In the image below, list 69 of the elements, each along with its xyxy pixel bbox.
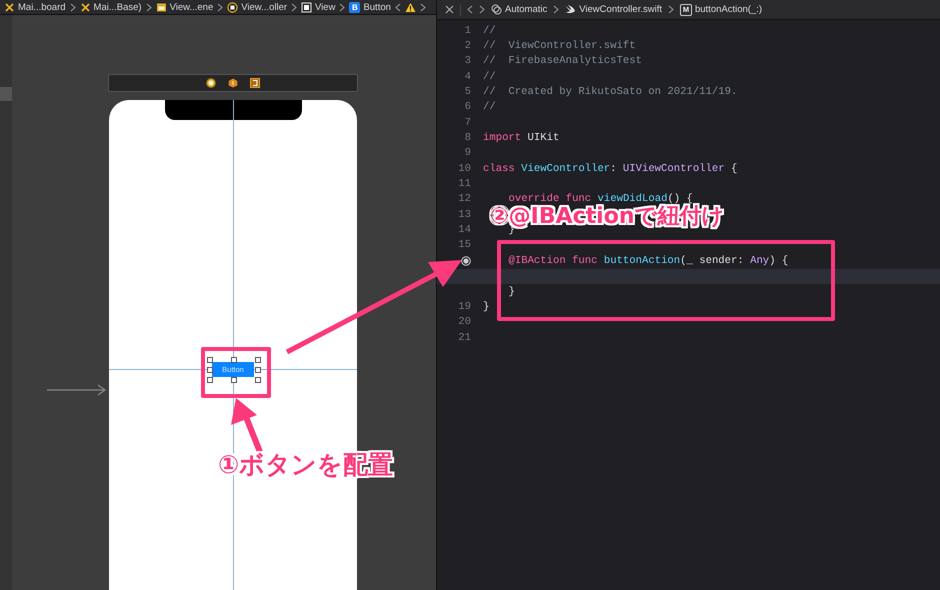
- sidebar-selection: [0, 87, 12, 101]
- line-number: 11: [458, 178, 471, 190]
- line-number: 2: [464, 40, 471, 52]
- line-number: 19: [458, 300, 471, 313]
- code-line: override func viewDidLoad() {: [508, 193, 693, 206]
- chevron-right-icon[interactable]: [339, 2, 346, 12]
- cross-icon: [80, 2, 91, 12]
- breadcrumb-item[interactable]: Automatic: [505, 4, 548, 15]
- breadcrumb-item[interactable]: Mai...Base): [94, 2, 142, 12]
- breadcrumb-item[interactable]: View: [315, 2, 336, 12]
- line-number: 4: [464, 70, 471, 83]
- code-line: // FirebaseAnalyticsTest: [483, 55, 642, 68]
- line-number: 13: [458, 208, 471, 221]
- code-line: @IBAction func buttonAction(_ sender: Any) {: [508, 254, 788, 267]
- window-icon: [156, 2, 167, 12]
- breadcrumb-item[interactable]: Button: [363, 2, 391, 12]
- code-line: //: [483, 24, 496, 37]
- chevron-right-icon[interactable]: [479, 5, 485, 14]
- chevron-right-icon[interactable]: [70, 2, 76, 12]
- line-number: 8: [464, 132, 471, 144]
- chevron-right-icon[interactable]: [553, 5, 560, 14]
- line-number: 10: [458, 162, 471, 175]
- cube-icon[interactable]: [228, 78, 238, 88]
- chevron-right-icon[interactable]: [668, 5, 674, 14]
- code-line: //: [483, 70, 496, 83]
- circles-icon: [491, 4, 502, 15]
- line-number: 12: [458, 193, 471, 206]
- connection-dot-icon[interactable]: [461, 256, 471, 266]
- code-line: import UIKit: [483, 132, 560, 144]
- code-line: class ViewController: UIViewController {: [483, 162, 738, 175]
- entry-arrow: [47, 384, 107, 396]
- close-icon[interactable]: [445, 5, 454, 14]
- line-number: 3: [464, 55, 471, 68]
- code-line: }: [483, 300, 490, 313]
- highlight-frame: [201, 347, 271, 398]
- code-line: // Created by RikutoSato on 2021/11/19.: [483, 86, 738, 98]
- exit-icon[interactable]: [250, 78, 260, 88]
- warning-icon[interactable]: [404, 2, 416, 12]
- line-number: 9: [464, 147, 471, 160]
- line-number: 15: [458, 239, 471, 252]
- square-icon: [301, 2, 312, 12]
- breadcrumb-item[interactable]: buttonAction(_:): [694, 4, 762, 15]
- code-line: }: [508, 286, 515, 298]
- line-number: 14: [458, 224, 471, 236]
- breadcrumb-item[interactable]: ViewController.swift: [579, 4, 662, 15]
- line-number: 7: [464, 116, 471, 129]
- resize-handle[interactable]: [231, 357, 237, 363]
- line-number: 20: [458, 316, 471, 328]
- line-number: 1: [464, 24, 471, 37]
- cross-icon: [4, 2, 15, 12]
- breadcrumb-item[interactable]: Mai...board: [18, 2, 66, 12]
- chevron-right-icon[interactable]: [420, 2, 426, 12]
- chevron-left-icon[interactable]: [394, 2, 401, 12]
- resize-handle[interactable]: [231, 377, 237, 383]
- line-number: 5: [464, 86, 471, 98]
- breadcrumb-item[interactable]: View...oller: [241, 2, 288, 12]
- circle-square-icon[interactable]: [206, 78, 216, 88]
- line-number: 21: [458, 332, 471, 344]
- chevron-right-icon[interactable]: [146, 2, 152, 12]
- breadcrumb-item[interactable]: View...ene: [170, 2, 214, 12]
- line-number: 6: [464, 101, 471, 114]
- b-badge: B: [349, 2, 360, 12]
- chevron-right-icon[interactable]: [217, 2, 224, 12]
- code-line: //: [483, 101, 496, 114]
- chevron-left-icon[interactable]: [467, 5, 473, 14]
- pointer-arrow: [231, 398, 263, 454]
- bird-icon: [565, 4, 576, 15]
- chevron-right-icon[interactable]: [291, 2, 298, 12]
- code-line: // ViewController.swift: [483, 40, 636, 52]
